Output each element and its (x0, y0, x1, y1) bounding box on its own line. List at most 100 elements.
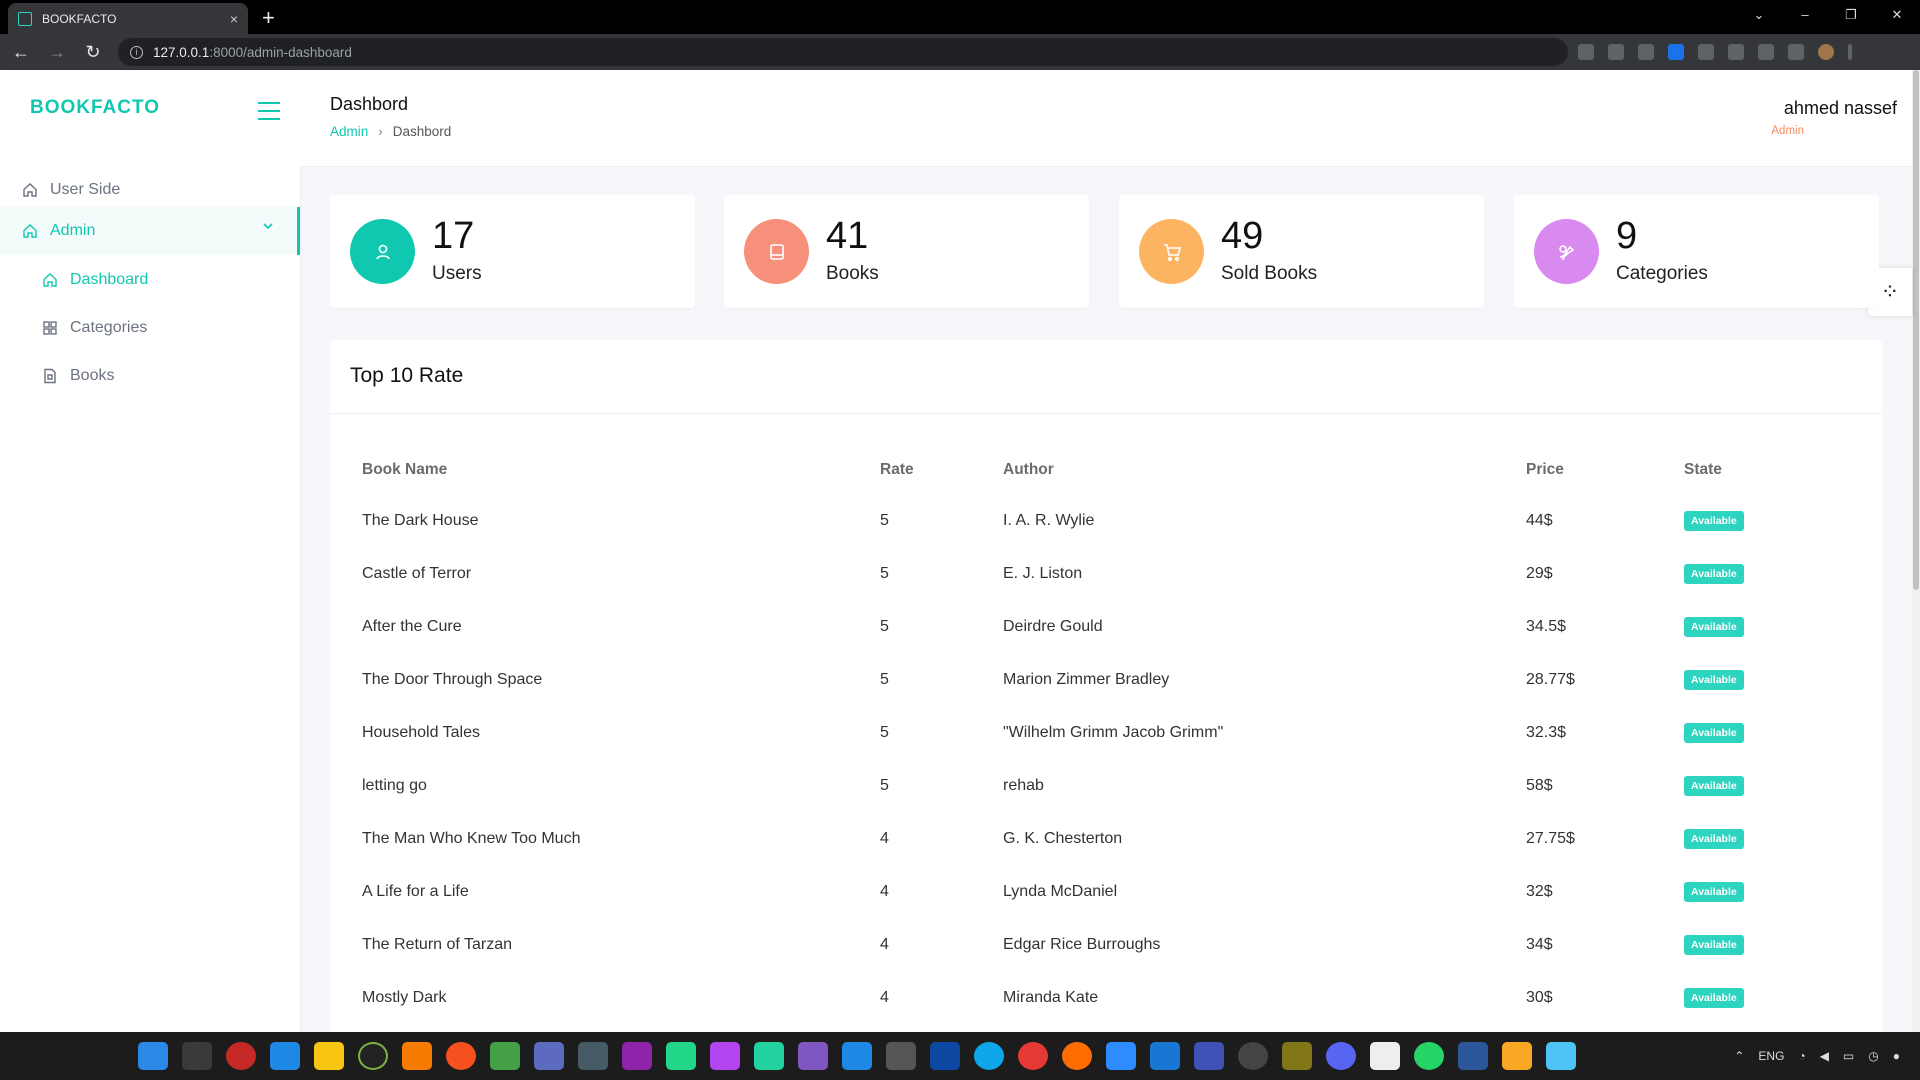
app-icon[interactable] (446, 1042, 476, 1070)
book-name-cell: The Man Who Knew Too Much (362, 829, 581, 847)
puzzle-icon[interactable] (1758, 44, 1774, 60)
app-icon[interactable] (490, 1042, 520, 1070)
price-cell: 32.3$ (1526, 723, 1567, 741)
restore-icon[interactable]: ❐ (1828, 0, 1874, 30)
stat-card-users: 17 Users (330, 195, 695, 308)
tray-chevron-icon[interactable]: ⌃ (1734, 1049, 1744, 1063)
breadcrumb-link[interactable]: Admin (330, 124, 368, 139)
breadcrumb-separator-icon: › (378, 124, 383, 139)
book-name-cell: Castle of Terror (362, 564, 472, 582)
stat-card-books: 41 Books (724, 195, 1089, 308)
app-icon[interactable] (314, 1042, 344, 1070)
tab-close-icon[interactable]: × (230, 11, 238, 27)
app-icon[interactable] (622, 1042, 652, 1070)
app-icon[interactable] (1194, 1042, 1224, 1070)
book-name-cell: After the Cure (362, 617, 462, 635)
price-cell: 30$ (1526, 988, 1553, 1006)
profile-avatar[interactable] (1818, 44, 1834, 60)
wifi-icon[interactable]: ◔ (1798, 1049, 1805, 1063)
app-icon[interactable] (270, 1042, 300, 1070)
menu-dots-icon[interactable] (1848, 44, 1852, 60)
sidebar-item-label: Categories (70, 319, 148, 336)
folder-icon[interactable] (1502, 1042, 1532, 1070)
edge-icon[interactable] (974, 1042, 1004, 1070)
app-icon[interactable] (798, 1042, 828, 1070)
app-icon[interactable] (1282, 1042, 1312, 1070)
back-icon[interactable]: ← (6, 42, 36, 63)
address-bar: ← → ↻ i 127.0.0.1:8000/admin-dashboard (0, 34, 1920, 70)
state-cell: Available (1684, 600, 1862, 653)
sidebar-item-dashboard[interactable]: Dashboard (0, 260, 300, 300)
status-badge: Available (1684, 987, 1744, 1008)
bookmark-star-icon[interactable] (1638, 44, 1654, 60)
search-icon[interactable] (182, 1042, 212, 1070)
app-icon[interactable] (1106, 1042, 1136, 1070)
clock-icon[interactable]: ◷ (1868, 1049, 1878, 1063)
url-input[interactable]: i 127.0.0.1:8000/admin-dashboard (118, 38, 1568, 66)
start-icon[interactable] (138, 1042, 168, 1070)
app-icon[interactable] (226, 1042, 256, 1070)
app-icon[interactable] (578, 1042, 608, 1070)
sidepanel-icon[interactable] (1788, 44, 1804, 60)
extension-icon[interactable] (1698, 44, 1714, 60)
minimize-icon[interactable]: – (1782, 0, 1828, 30)
state-cell: Available (1684, 812, 1862, 865)
language-indicator[interactable]: ENG (1758, 1049, 1784, 1063)
battery-icon[interactable]: ▭ (1843, 1049, 1854, 1063)
book-name-cell: Mostly Dark (362, 988, 447, 1006)
notification-icon[interactable]: ● (1893, 1049, 1900, 1063)
state-cell: Available (1684, 918, 1862, 971)
app-icon[interactable] (710, 1042, 740, 1070)
app-icon[interactable] (886, 1042, 916, 1070)
app-icon[interactable] (1238, 1042, 1268, 1070)
extension-icon[interactable] (1728, 44, 1744, 60)
brand-logo[interactable]: BOOKFACTO (30, 97, 160, 119)
app-icon[interactable] (1150, 1042, 1180, 1070)
app-icon[interactable] (534, 1042, 564, 1070)
stat-value: 41 (826, 215, 869, 257)
table-row: The Man Who Knew Too Much 4 G. K. Chestert… (362, 812, 1862, 865)
tab-title: BOOKFACTO (42, 11, 117, 26)
site-info-icon[interactable]: i (130, 45, 143, 59)
window-close-icon[interactable]: ✕ (1874, 0, 1920, 30)
user-name[interactable]: ahmed nassef (1784, 98, 1897, 119)
discord-icon[interactable] (1326, 1042, 1356, 1070)
app-icon[interactable] (1062, 1042, 1092, 1070)
state-cell: Available (1684, 865, 1862, 918)
app-icon[interactable] (358, 1042, 388, 1070)
status-badge: Available (1684, 669, 1744, 690)
table-row: The Dark House 5 I. A. R. Wylie 44$ Availabl… (362, 494, 1862, 547)
price-cell: 44$ (1526, 511, 1553, 529)
price-cell: 32$ (1526, 882, 1553, 900)
status-badge: Available (1684, 616, 1744, 637)
sidebar-item-admin[interactable]: Admin (0, 207, 300, 255)
reload-icon[interactable]: ↻ (78, 42, 108, 63)
app-icon[interactable] (754, 1042, 784, 1070)
extension-icon[interactable] (1668, 44, 1684, 60)
whatsapp-icon[interactable] (1414, 1042, 1444, 1070)
app-icon[interactable] (1370, 1042, 1400, 1070)
volume-icon[interactable]: ◀ (1820, 1049, 1829, 1063)
app-icon[interactable] (666, 1042, 696, 1070)
tab-search-icon[interactable]: ⌄ (1736, 0, 1782, 30)
rate-cell: 5 (880, 776, 889, 794)
key-icon[interactable] (1578, 44, 1594, 60)
chrome-icon[interactable] (1018, 1042, 1048, 1070)
word-icon[interactable] (1458, 1042, 1488, 1070)
app-icon[interactable] (402, 1042, 432, 1070)
cart-icon (1139, 219, 1204, 284)
page-scrollbar[interactable] (1912, 70, 1920, 1032)
sidebar-item-user-side[interactable]: User Side (0, 168, 300, 212)
stat-label: Users (432, 263, 482, 284)
sidebar-item-categories[interactable]: Categories (0, 308, 300, 348)
app-icon[interactable] (842, 1042, 872, 1070)
notepad-icon[interactable] (1546, 1042, 1576, 1070)
breadcrumb-current: Dashbord (392, 124, 452, 139)
browser-tab[interactable]: BOOKFACTO × (8, 3, 248, 34)
share-icon[interactable] (1608, 44, 1624, 60)
sidebar-item-books[interactable]: Books (0, 356, 300, 396)
new-tab-button[interactable]: + (262, 5, 275, 31)
forward-icon[interactable]: → (42, 42, 72, 63)
hamburger-icon[interactable] (258, 102, 280, 126)
app-icon[interactable] (930, 1042, 960, 1070)
